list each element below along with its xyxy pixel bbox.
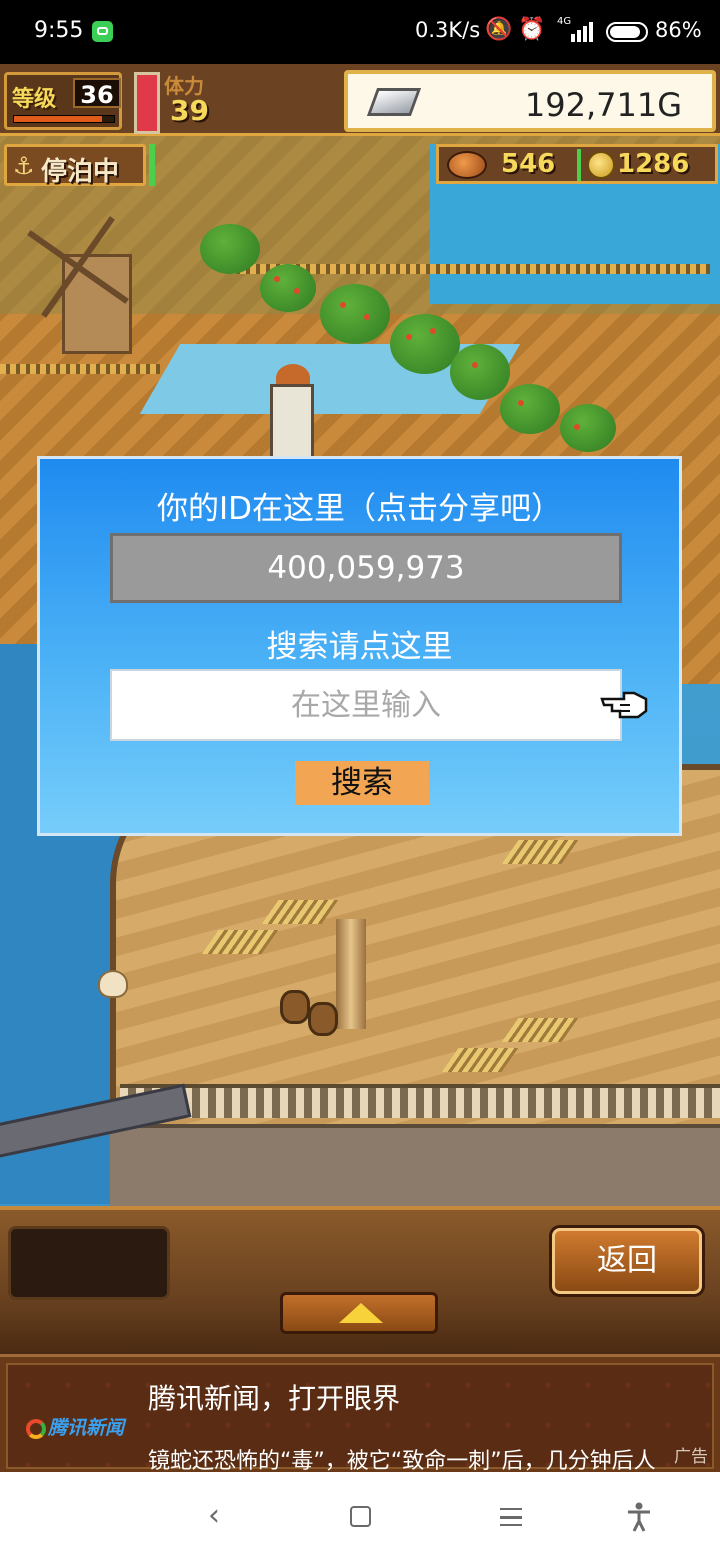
empty-slot [8,1226,170,1300]
ad-title: 腾讯新闻，打开眼界 [148,1382,401,1415]
coin-value: 1286 [617,149,690,179]
tencent-news-logo-icon [26,1418,46,1439]
ad-logo-text: 腾讯新闻 [48,1417,125,1439]
stamina-fill [137,75,157,131]
bottom-menu-bar: 返回 [0,1206,720,1354]
search-title: 搜索请点这里 [266,629,453,665]
friend-search-dialog: 你的ID在这里（点击分享吧） 400,059,973 搜索请点这里 搜索 [37,456,682,836]
food-icon [447,151,487,179]
ad-content[interactable]: 腾讯新闻 腾讯新闻，打开眼界 镜蛇还恐怖的“毒”，被它“致命一刺”后，几分钟后人… [6,1363,714,1474]
resource-divider [577,149,581,181]
ship-railing [120,1084,720,1118]
fruit-tree [390,314,460,374]
pointing-hand-icon [600,691,648,719]
gold-coin-icon [587,151,615,179]
fruit-tree [500,384,560,434]
status-indicator-bar [149,144,155,186]
level-indicator[interactable]: 等级 36 [4,72,122,130]
stamina-value: 39 [170,94,209,127]
ad-banner[interactable]: 腾讯新闻 腾讯新闻，打开眼界 镜蛇还恐怖的“毒”，被它“致命一刺”后，几分钟后人… [0,1354,720,1474]
battery-icon [606,22,648,42]
ad-description: 镜蛇还恐怖的“毒”，被它“致命一刺”后，几分钟后人 [148,1449,656,1474]
mute-bell-icon: 🔕 [485,17,519,42]
gold-panel[interactable]: 192,711G [344,70,716,132]
accessibility-icon[interactable] [626,1502,652,1532]
docked-label: 停泊中 [41,157,120,187]
ad-tag: 广告 [674,1447,708,1467]
stamina-gauge [134,72,160,134]
fruit-tree [260,264,316,312]
tencent-news-logo: 腾讯新闻 [26,1413,124,1440]
network-speed: 0.3K/s [415,18,481,42]
expand-menu-button[interactable] [280,1292,438,1334]
player-id-box[interactable]: 400,059,973 [110,533,622,603]
search-input[interactable] [110,669,622,741]
system-navigation-bar: ‹ [0,1472,720,1560]
lighthouse-building[interactable] [270,384,314,464]
nav-home-icon[interactable] [350,1506,371,1527]
app-notification-icon [92,21,113,42]
ship-mast [336,919,366,1029]
tree [200,224,260,274]
fruit-tree [450,344,510,400]
level-value: 36 [73,78,121,109]
level-label: 等级 [12,87,57,112]
fruit-tree [320,284,390,344]
barrel [308,1002,338,1036]
game-hud: 等级 36 体力 39 192,711G ⚓ 停泊中 546 1286 [0,64,720,194]
search-button[interactable]: 搜索 [295,761,429,805]
fruit-tree [560,404,616,452]
nav-back-icon[interactable]: ‹ [196,1498,232,1534]
experience-fill [14,116,102,122]
docked-status-badge[interactable]: ⚓ 停泊中 [4,144,146,187]
status-icons: 🔕⏰ [485,17,552,42]
battery-percent: 86% [655,18,702,42]
status-time: 9:55 [34,18,84,43]
cargo-bag[interactable] [98,970,128,998]
experience-bar [13,115,115,123]
food-value: 546 [501,149,556,179]
fence [0,364,160,374]
barrel [280,990,310,1024]
alarm-icon: ⏰ [518,17,552,42]
ship-hull [110,1124,720,1206]
status-bar: 9:55 0.3K/s 🔕⏰ 4G 86% [0,0,720,64]
anchor-icon: ⚓ [13,152,35,180]
silver-ingot-icon [366,88,422,116]
back-button[interactable]: 返回 [552,1228,702,1294]
id-title: 你的ID在这里（点击分享吧） [156,491,562,527]
nav-recents-icon[interactable] [500,1508,522,1526]
4g-signal-icon: 4G [557,16,595,42]
windmill-building[interactable] [62,254,132,354]
resource-panel[interactable]: 546 1286 [436,144,718,184]
gold-value: 192,711G [524,86,682,124]
